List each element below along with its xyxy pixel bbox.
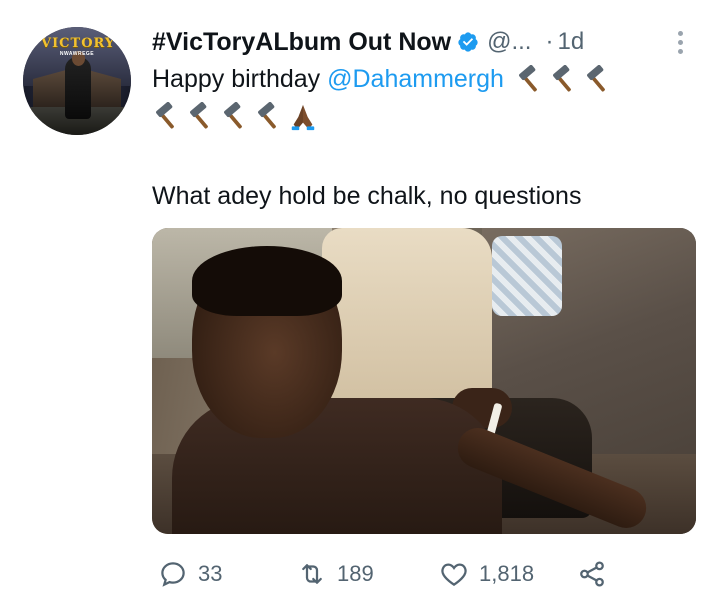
photo-hair: [192, 246, 342, 316]
hammer-icon: [258, 102, 276, 129]
tweet-header: #VicToryALbum Out Now @... · 1d: [152, 27, 584, 57]
avatar-person: [65, 57, 91, 119]
avatar-logo-text: VICTORY: [41, 36, 116, 51]
like-button[interactable]: 1,818: [439, 556, 534, 592]
share-icon: [580, 561, 604, 587]
like-count: 1,818: [479, 561, 535, 586]
tweet-text-line-2: [152, 100, 318, 134]
author-handle[interactable]: @...: [487, 28, 531, 56]
hammer-icon: [190, 102, 208, 129]
greeting-text: Happy birthday: [152, 65, 328, 93]
reply-button[interactable]: 33: [158, 556, 222, 592]
timestamp[interactable]: 1d: [557, 28, 584, 56]
verified-badge-icon: [457, 31, 479, 53]
retweet-button[interactable]: 189: [297, 556, 374, 592]
tweet-text-line-1: Happy birthday @Dahammergh: [152, 62, 613, 96]
praying-hands-icon: [291, 104, 315, 131]
hammer-icon: [224, 102, 242, 129]
tweet-actions: 33 189 1,818: [152, 556, 622, 592]
heart-icon: [441, 563, 467, 586]
retweet-count: 189: [337, 561, 374, 586]
mention-link[interactable]: @Dahammergh: [327, 65, 504, 93]
photo-checkered-shirt: [492, 236, 562, 316]
hammer-icon: [518, 65, 537, 92]
hammer-icon: [586, 65, 605, 92]
tweet-caption: What adey hold be chalk, no questions: [152, 182, 582, 210]
hammer-icon: [156, 102, 174, 129]
more-options-icon[interactable]: [672, 28, 688, 56]
avatar[interactable]: VICTORY NWAWREGE: [23, 27, 131, 135]
time-separator: ·: [545, 28, 554, 55]
reply-count: 33: [198, 561, 223, 586]
avatar-logo-subtext: NWAWREGE: [59, 51, 95, 57]
emoji-group-2: [152, 102, 318, 132]
retweet-icon: [302, 564, 322, 584]
author-display-name[interactable]: #VicToryALbum Out Now: [152, 28, 451, 57]
hammer-icon: [552, 65, 571, 92]
share-button[interactable]: [577, 556, 607, 592]
tweet-photo[interactable]: [152, 228, 696, 534]
reply-icon: [161, 562, 185, 587]
emoji-group-1: [515, 65, 613, 95]
tweet[interactable]: VICTORY NWAWREGE #VicToryALbum Out Now @…: [0, 0, 718, 603]
